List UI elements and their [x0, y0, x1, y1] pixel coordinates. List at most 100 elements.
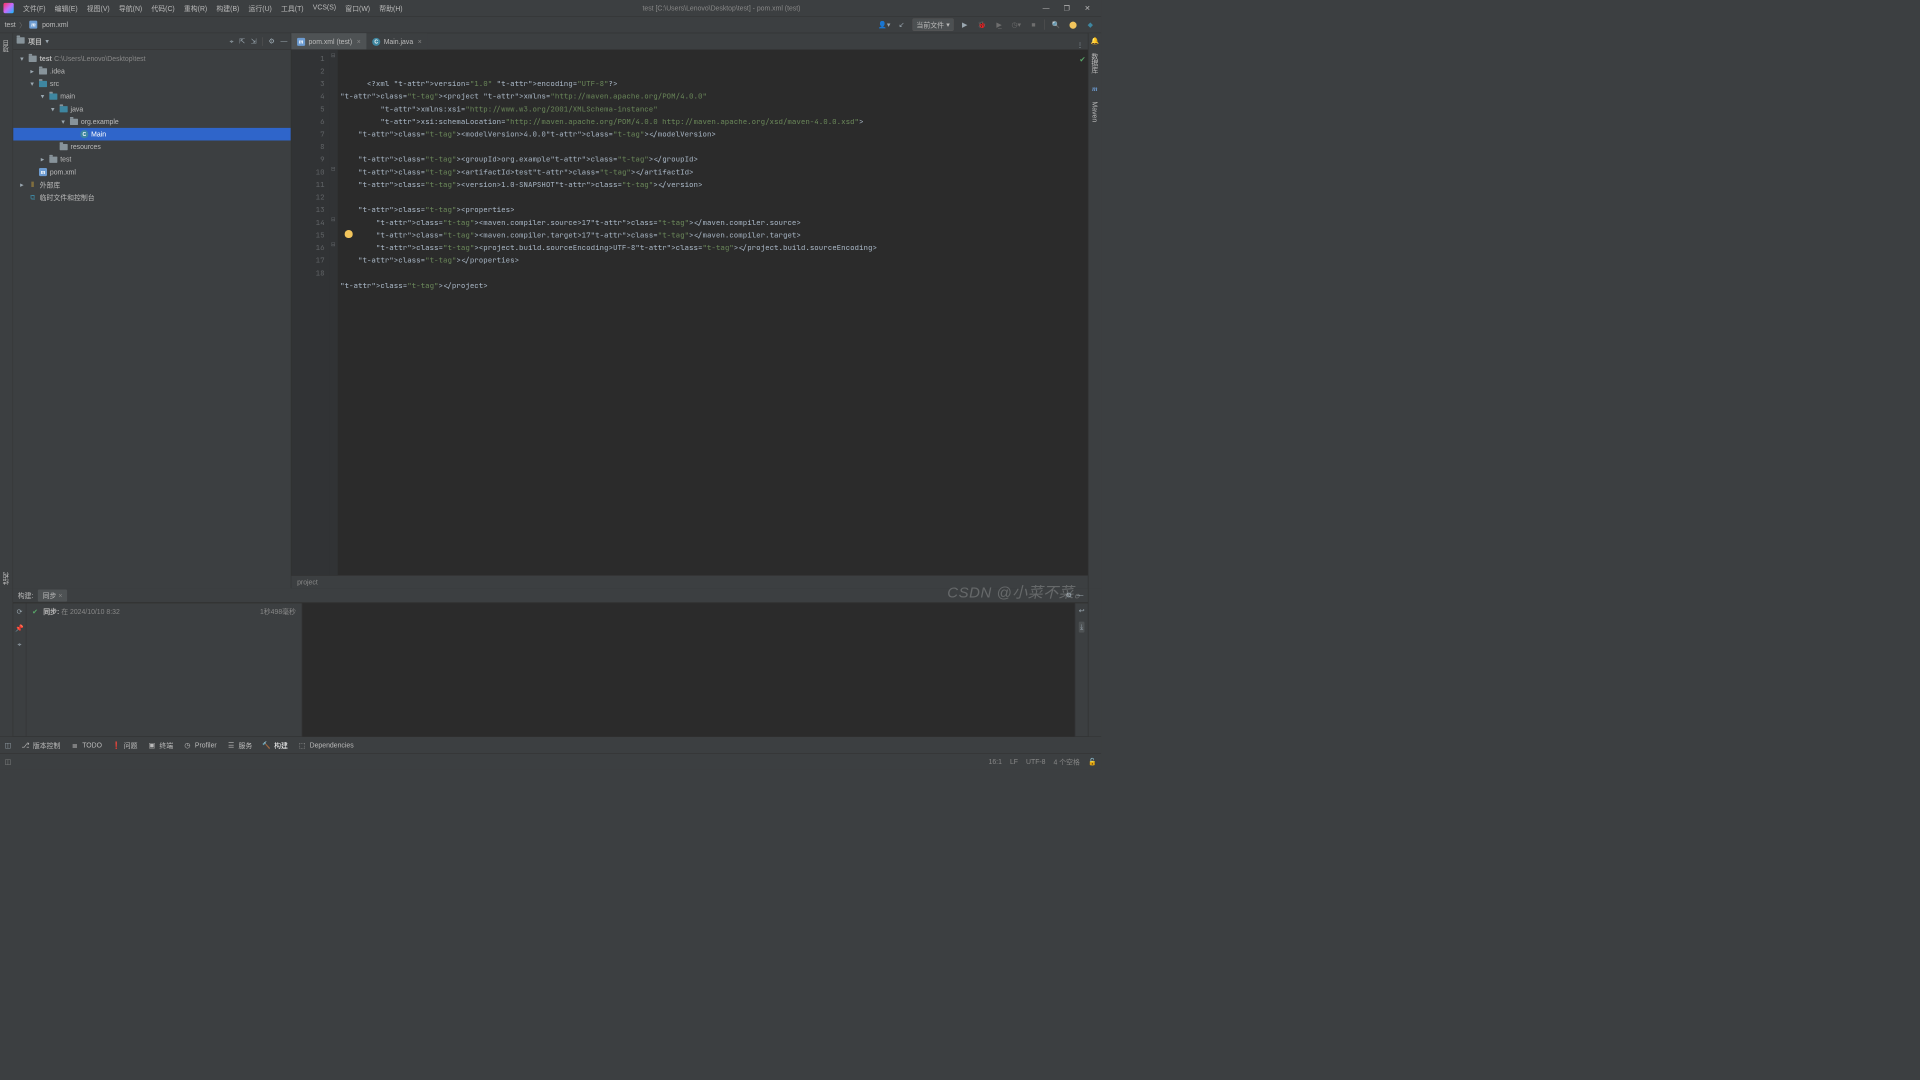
run-button[interactable]: ▶ [958, 18, 971, 31]
tabs-more-icon[interactable]: ⋮ [1072, 41, 1088, 49]
line-separator[interactable]: LF [1010, 758, 1018, 766]
close-icon[interactable]: × [58, 592, 62, 600]
menu-item[interactable]: 视图(V) [82, 3, 114, 13]
editor-tab[interactable]: mpom.xml (test)× [291, 33, 366, 49]
chevron-icon[interactable]: ▸ [18, 181, 26, 189]
fold-toggle-icon[interactable]: ⊟ [331, 216, 336, 222]
gear-icon[interactable]: ⚙ [1066, 591, 1072, 599]
menu-item[interactable]: 工具(T) [276, 3, 308, 13]
file-encoding[interactable]: UTF-8 [1026, 758, 1045, 766]
structure-tool-tab[interactable]: 结构 [1, 569, 12, 588]
code-editor[interactable]: ✔ <?xml "t-attr">version="1.0" "t-attr">… [338, 50, 1088, 575]
tree-row[interactable]: ▸⫴外部库 [13, 178, 291, 191]
chevron-icon[interactable]: ▸ [38, 155, 46, 163]
breadcrumb-root[interactable]: test [5, 21, 16, 29]
tool-window-button[interactable]: ≣TODO [71, 741, 102, 749]
close-icon[interactable]: × [357, 38, 361, 46]
tool-window-button[interactable]: ☰服务 [227, 740, 252, 750]
tree-row[interactable]: ▸.idea [13, 65, 291, 78]
profile-button[interactable]: ◷▾ [1010, 18, 1023, 31]
tree-row[interactable]: resources [13, 141, 291, 154]
collapse-all-icon[interactable]: ⇲ [251, 37, 257, 46]
project-pane-title[interactable]: 项目 [28, 36, 42, 46]
menu-item[interactable]: 重构(R) [179, 3, 212, 13]
build-tab-sync[interactable]: 同步 × [38, 589, 67, 601]
project-tree[interactable]: ▾test C:\Users\Lenovo\Desktop\test▸.idea… [13, 50, 291, 589]
filter-icon[interactable]: ⌖ [18, 640, 22, 649]
tool-window-button[interactable]: ◷Profiler [183, 741, 216, 749]
indent-status[interactable]: 4 个空格 [1054, 757, 1080, 767]
stop-button[interactable]: ■ [1027, 18, 1040, 31]
tree-row[interactable]: ▸test [13, 153, 291, 166]
menu-item[interactable]: 帮助(H) [375, 3, 408, 13]
chevron-icon[interactable]: ▾ [28, 80, 36, 88]
chevron-icon[interactable]: ▾ [18, 54, 26, 62]
tree-row[interactable]: ▾test C:\Users\Lenovo\Desktop\test [13, 52, 291, 65]
tool-window-button[interactable]: ⬚Dependencies [298, 741, 353, 749]
debug-button[interactable]: 🐞 [976, 18, 989, 31]
chevron-icon[interactable]: ▸ [28, 67, 36, 75]
tool-window-quick-access-icon[interactable]: ◫ [5, 741, 12, 749]
analysis-ok-icon[interactable]: ✔ [1079, 53, 1085, 66]
search-everywhere-button[interactable]: 🔍 [1050, 18, 1063, 31]
run-config-selector[interactable]: 当前文件▾ [912, 18, 953, 31]
tree-row[interactable]: ▾main [13, 90, 291, 103]
editor-tab[interactable]: CMain.java× [366, 33, 427, 49]
menu-item[interactable]: 文件(F) [18, 3, 50, 13]
fold-toggle-icon[interactable]: ⊟ [331, 241, 336, 247]
pin-icon[interactable]: 📌 [15, 624, 24, 632]
editor-breadcrumb-bar[interactable]: project [291, 575, 1088, 588]
breadcrumb[interactable]: test 〉 m pom.xml [5, 20, 68, 30]
tree-row[interactable]: CMain [13, 128, 291, 141]
soft-wrap-icon[interactable]: ↩ [1079, 607, 1085, 615]
menu-item[interactable]: 导航(N) [114, 3, 147, 13]
database-tool-tab[interactable]: 数据库 [1089, 49, 1101, 77]
tree-row[interactable]: ▾src [13, 77, 291, 90]
tree-row[interactable]: ⧉临时文件和控制台 [13, 191, 291, 204]
hide-icon[interactable]: — [1076, 591, 1083, 599]
tree-row[interactable]: mpom.xml [13, 166, 291, 179]
minimize-button[interactable]: — [1036, 4, 1057, 12]
notifications-icon[interactable]: 🔔 [1091, 37, 1100, 45]
expand-all-icon[interactable]: ⇱ [239, 37, 245, 46]
readonly-icon[interactable]: 🔓 [1088, 758, 1097, 766]
menu-item[interactable]: 窗口(W) [341, 3, 375, 13]
tool-window-button[interactable]: 🔨构建 [263, 740, 288, 750]
build-button[interactable]: ↙ [895, 18, 908, 31]
menu-item[interactable]: 运行(U) [244, 3, 277, 13]
target-icon[interactable]: ⌖ [230, 37, 234, 46]
fold-toggle-icon[interactable]: ⊟ [331, 52, 336, 58]
menu-item[interactable]: 编辑(E) [50, 3, 82, 13]
hide-icon[interactable]: — [280, 37, 287, 46]
code-with-me-icon[interactable]: ◆ [1084, 18, 1097, 31]
menu-item[interactable]: VCS(S) [308, 3, 341, 13]
rerun-icon[interactable]: ⟳ [17, 608, 23, 616]
chevron-icon[interactable]: ▾ [49, 105, 57, 113]
tool-window-button[interactable]: ▣终端 [148, 740, 173, 750]
build-output[interactable] [302, 603, 1075, 736]
close-button[interactable]: ✕ [1077, 4, 1098, 12]
close-icon[interactable]: × [418, 38, 422, 46]
tool-window-button[interactable]: ⎇版本控制 [21, 740, 60, 750]
tool-window-button[interactable]: ❗问题 [112, 740, 137, 750]
chevron-icon[interactable]: ▾ [59, 118, 67, 126]
user-icon[interactable]: 👤▾ [878, 18, 891, 31]
coverage-button[interactable]: ▶̲ [993, 18, 1006, 31]
scroll-to-end-icon[interactable]: ⤓ [1079, 622, 1084, 633]
tree-row[interactable]: ▾org.example [13, 115, 291, 128]
tree-row[interactable]: ▾java [13, 103, 291, 116]
project-tool-tab[interactable]: 项目 [1, 37, 12, 56]
ide-update-icon[interactable]: ⬤ [1067, 18, 1080, 31]
chevron-icon[interactable]: ▾ [38, 92, 46, 100]
menu-item[interactable]: 构建(B) [212, 3, 244, 13]
maven-tool-tab-icon[interactable]: m [1092, 85, 1097, 94]
fold-toggle-icon[interactable]: ⊟ [331, 166, 336, 172]
maximize-button[interactable]: ❐ [1056, 4, 1077, 12]
settings-icon[interactable]: ⚙ [269, 37, 275, 46]
fold-gutter[interactable]: ⊟ ⊟ ⊟ ⊟ [330, 50, 338, 575]
menu-item[interactable]: 代码(C) [147, 3, 180, 13]
breadcrumb-file[interactable]: pom.xml [42, 21, 68, 29]
caret-position[interactable]: 16:1 [989, 758, 1002, 766]
status-icon[interactable]: ◫ [5, 758, 12, 766]
build-task-tree[interactable]: ✔ 同步: 在 2024/10/10 8:32 1秒498毫秒 [26, 603, 302, 736]
